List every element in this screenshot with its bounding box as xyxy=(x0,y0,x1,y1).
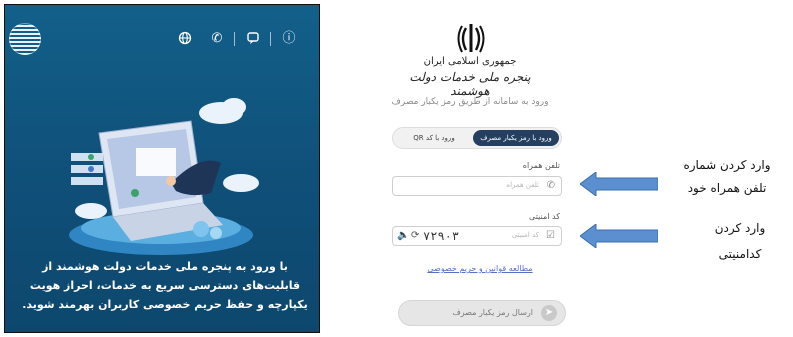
captcha-image: ۷۲۹۰۳ xyxy=(423,229,460,243)
annotation-phone-line1: وارد کردن شماره xyxy=(683,158,771,172)
shield-check-icon: ☑ xyxy=(546,230,555,241)
divider xyxy=(234,32,235,46)
privacy-rules-link[interactable]: مطالعه قوانین و حریم خصوصی xyxy=(420,264,540,273)
tab-qr-login[interactable]: ورود با کد QR xyxy=(397,130,471,146)
annotation-phone-line2: تلفن همراه خود xyxy=(687,181,767,195)
send-otp-label: ارسال رمز یکبار مصرف xyxy=(452,308,533,317)
brand-line-2: پنجره ملی خدمات دولت هوشمند xyxy=(409,70,531,98)
refresh-icon[interactable]: ⟳ xyxy=(411,230,419,241)
laptop-illustration xyxy=(69,98,259,255)
captcha-input[interactable]: 🔈 ⟳ ۷۲۹۰۳ کد امنیتی ☑ xyxy=(392,226,562,246)
globe-icon[interactable] xyxy=(177,31,193,47)
annotation-captcha-line2: کدامنیتی xyxy=(718,247,762,261)
login-caption: ورود به سامانه از طریق رمز یکبار مصرف xyxy=(391,97,549,107)
audio-icon[interactable]: 🔈 xyxy=(397,230,409,241)
info-icon[interactable]: ⓘ xyxy=(281,31,297,47)
promo-text: با ورود به پنجره ملی خدمات دولت هوشمند ا… xyxy=(22,260,308,311)
phone-label: تلفن همراه xyxy=(522,161,560,170)
phone-placeholder: تلفن همراه xyxy=(506,181,539,189)
globe-logo-icon xyxy=(9,23,41,55)
captcha-label: کد امنیتی xyxy=(529,212,560,221)
chat-icon[interactable] xyxy=(245,31,261,47)
send-icon: ➤ xyxy=(541,305,557,321)
phone-input[interactable]: تلفن همراه ✆ xyxy=(392,176,562,196)
emblem-icon xyxy=(457,24,485,53)
brand-line-1: جمهوری اسلامی ایران xyxy=(423,56,517,67)
captcha-placeholder: کد امنیتی xyxy=(511,231,539,239)
annotation-captcha-line1: وارد کردن xyxy=(714,221,766,235)
promo-panel: ⓘ ✆ با ورود به پنجره ملی خدمات دولت هوشم… xyxy=(4,4,320,333)
send-otp-button[interactable]: ارسال رمز یکبار مصرف ➤ xyxy=(398,300,566,326)
divider xyxy=(270,32,271,46)
login-tabs: ورود با رمز یکبار مصرف ورود با کد QR xyxy=(392,127,562,149)
annotation-arrow-captcha xyxy=(580,224,658,248)
annotation-arrow-phone xyxy=(580,172,658,196)
phone-icon[interactable]: ✆ xyxy=(209,31,225,47)
phone-icon: ✆ xyxy=(546,180,555,191)
tab-otp-login[interactable]: ورود با رمز یکبار مصرف xyxy=(473,130,559,146)
carousel-dots[interactable] xyxy=(127,329,183,332)
